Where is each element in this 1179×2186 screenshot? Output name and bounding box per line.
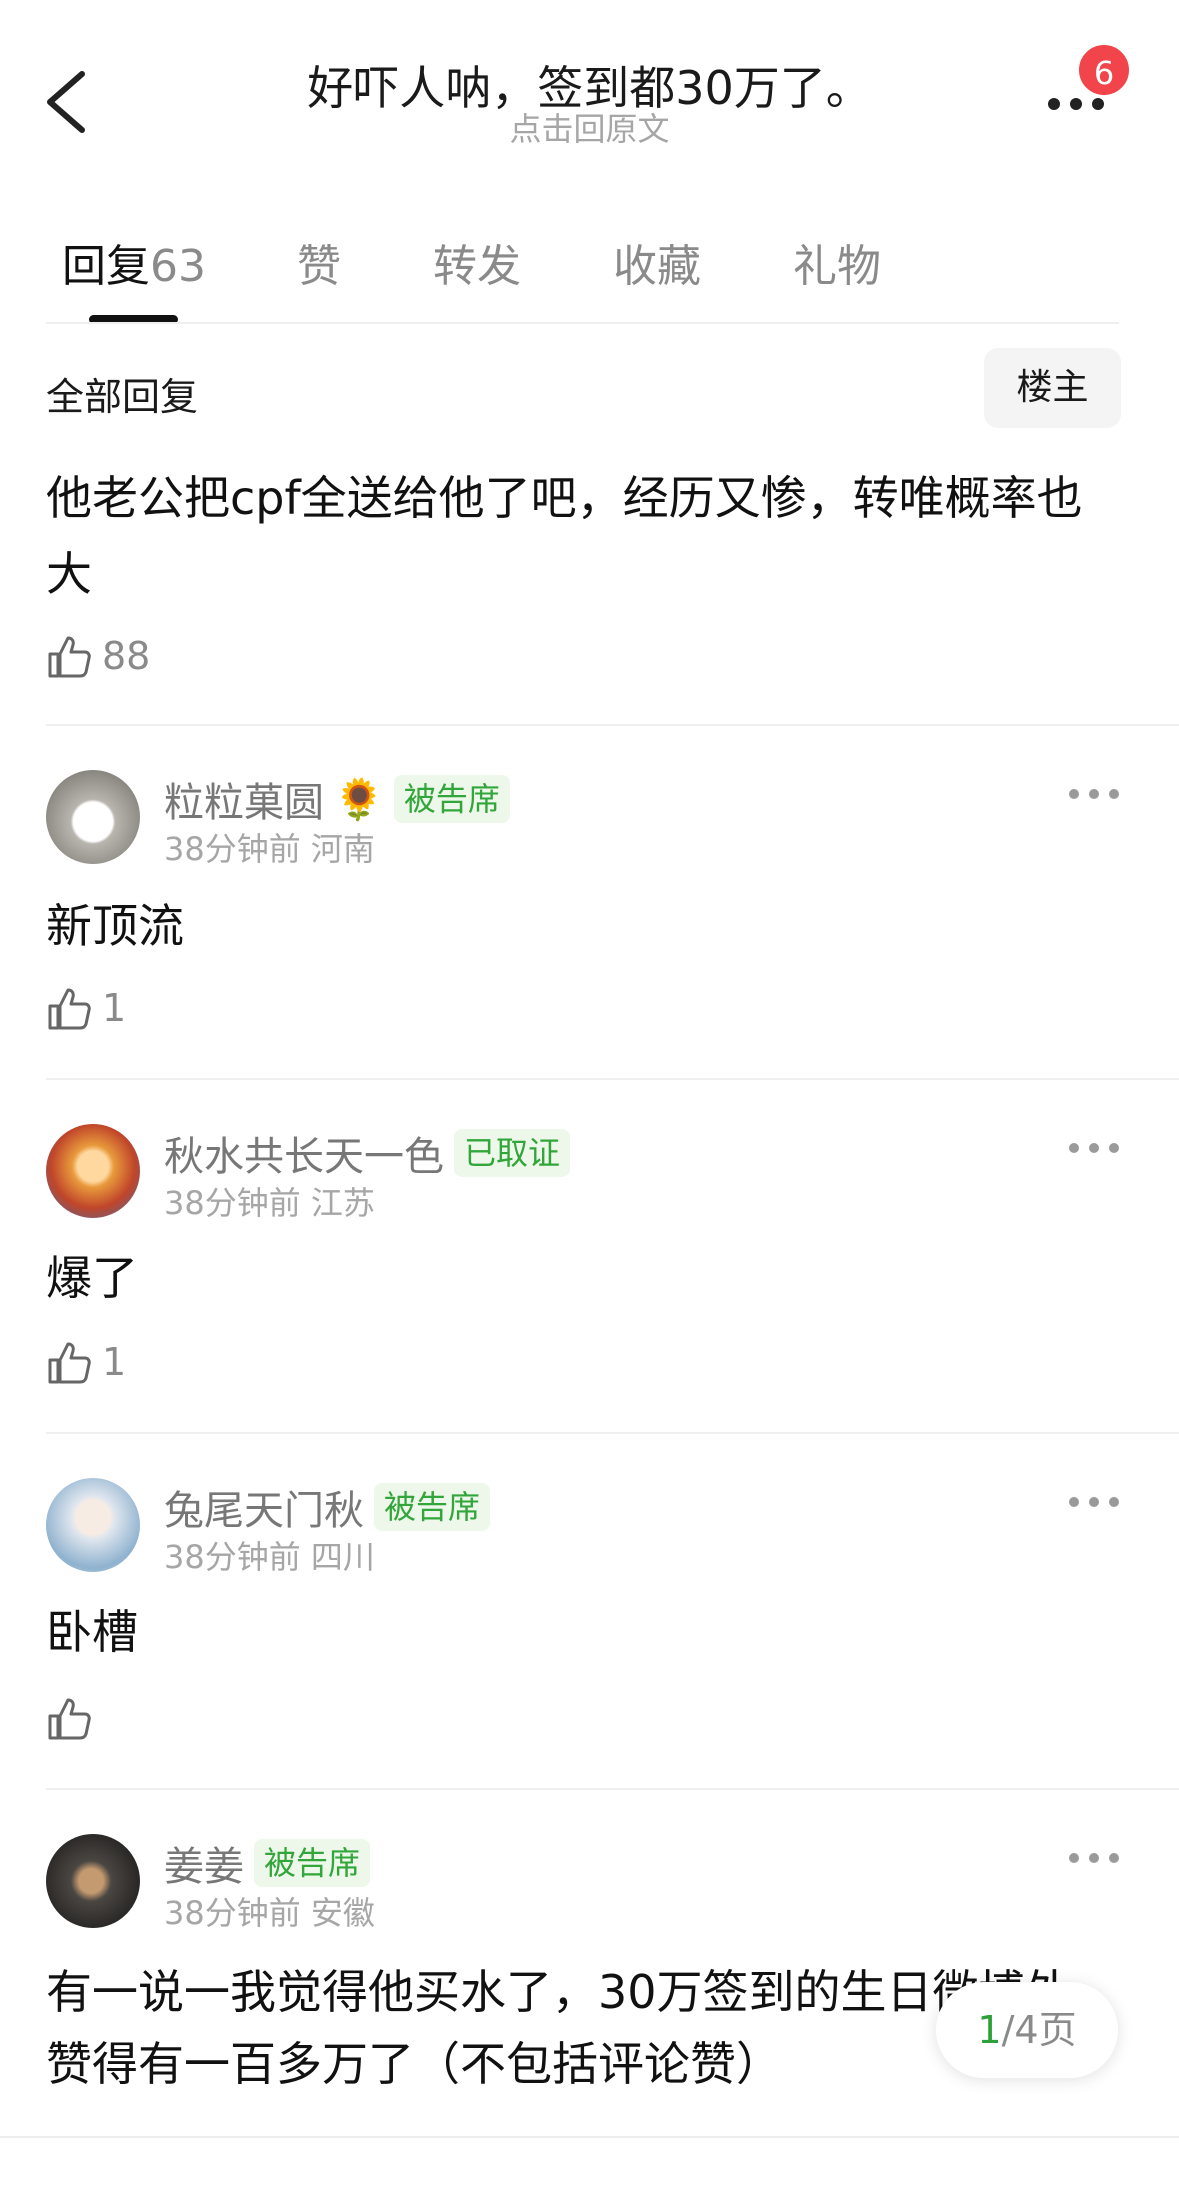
comment-divider [46,724,1179,726]
avatar[interactable] [46,1124,140,1218]
avatar[interactable] [46,770,140,864]
bottom-divider [0,2136,1179,2138]
thumbs-up-icon [48,988,91,1030]
tab-gifts[interactable]: 礼物 [793,230,881,294]
like-count: 1 [102,986,127,1030]
comment-location: 江苏 [310,1184,375,1222]
comment-like-button[interactable]: 1 [46,982,126,1034]
user-tag: 被告席 [374,1483,491,1531]
comment-more-icon[interactable] [1066,784,1122,804]
username[interactable]: 姜姜 被告席 [164,1834,371,1892]
comment-meta: 38分钟前 江苏 [164,1178,375,1224]
comment-like-button[interactable] [46,1692,94,1744]
username-text: 兔尾天门秋 [164,1488,364,1534]
comment-meta: 38分钟前 河南 [164,824,375,870]
comment-location: 四川 [310,1538,375,1576]
user-tag: 被告席 [254,1839,371,1887]
like-count: 1 [102,1340,127,1384]
main-like-button[interactable]: 88 [46,630,150,682]
like-count: 88 [102,634,151,678]
comment-location: 安徽 [310,1894,375,1932]
username[interactable]: 兔尾天门秋 被告席 [164,1478,491,1536]
thumbs-up-icon [48,636,91,678]
tab-divider [46,322,1119,324]
comment-time: 38分钟前 [164,830,301,868]
owner-only-button[interactable]: 楼主 [984,348,1121,428]
comment-text: 新顶流 [46,899,184,953]
comment-like-button[interactable]: 1 [46,1336,126,1388]
comment-text: 爆了 [46,1251,138,1305]
tab-replies[interactable]: 回复63 [62,230,206,294]
avatar[interactable] [46,1478,140,1572]
comment-time: 38分钟前 [164,1538,301,1576]
all-replies-label: 全部回复 [46,375,199,419]
page-indicator[interactable]: 1/4页 [936,1982,1118,2078]
comment-divider [46,1432,1179,1434]
comment-divider [46,1078,1179,1080]
comment-text: 卧槽 [46,1605,138,1659]
comment-meta: 38分钟前 安徽 [164,1888,375,1934]
username-text: 姜姜 [164,1844,244,1890]
thumbs-up-icon [48,1698,91,1740]
notification-badge: 6 [1076,42,1132,98]
comment-location: 河南 [310,830,375,868]
total-pages: /4页 [1001,2008,1077,2052]
comment-time: 38分钟前 [164,1184,301,1222]
main-comment-text: 他老公把cpf全送给他了吧，经历又惨，转唯概率也大 [46,471,1083,601]
comment-divider [46,1788,1179,1790]
user-tag: 已取证 [454,1129,571,1177]
tab-replies-label: 回复 [62,241,150,292]
comment-more-icon[interactable] [1066,1848,1122,1868]
thumbs-up-icon [48,1342,91,1384]
tab-favorites[interactable]: 收藏 [613,230,701,294]
tab-reposts[interactable]: 转发 [433,230,521,294]
current-page: 1 [977,2008,1002,2052]
username-text: 秋水共长天一色 [164,1134,444,1180]
tab-likes[interactable]: 赞 [297,230,341,294]
comment-more-icon[interactable] [1066,1492,1122,1512]
username[interactable]: 粒粒菓圆 🌻 被告席 [164,770,510,828]
avatar[interactable] [46,1834,140,1928]
back-to-original-link[interactable]: 点击回原文 [0,104,1179,150]
username[interactable]: 秋水共长天一色 已取证 [164,1124,571,1182]
tab-replies-count: 63 [150,241,206,292]
sunflower-icon: 🌻 [334,776,384,823]
comment-time: 38分钟前 [164,1894,301,1932]
comment-meta: 38分钟前 四川 [164,1532,375,1578]
user-tag: 被告席 [393,775,510,823]
comment-more-icon[interactable] [1066,1138,1122,1158]
username-text: 粒粒菓圆 [164,780,324,826]
